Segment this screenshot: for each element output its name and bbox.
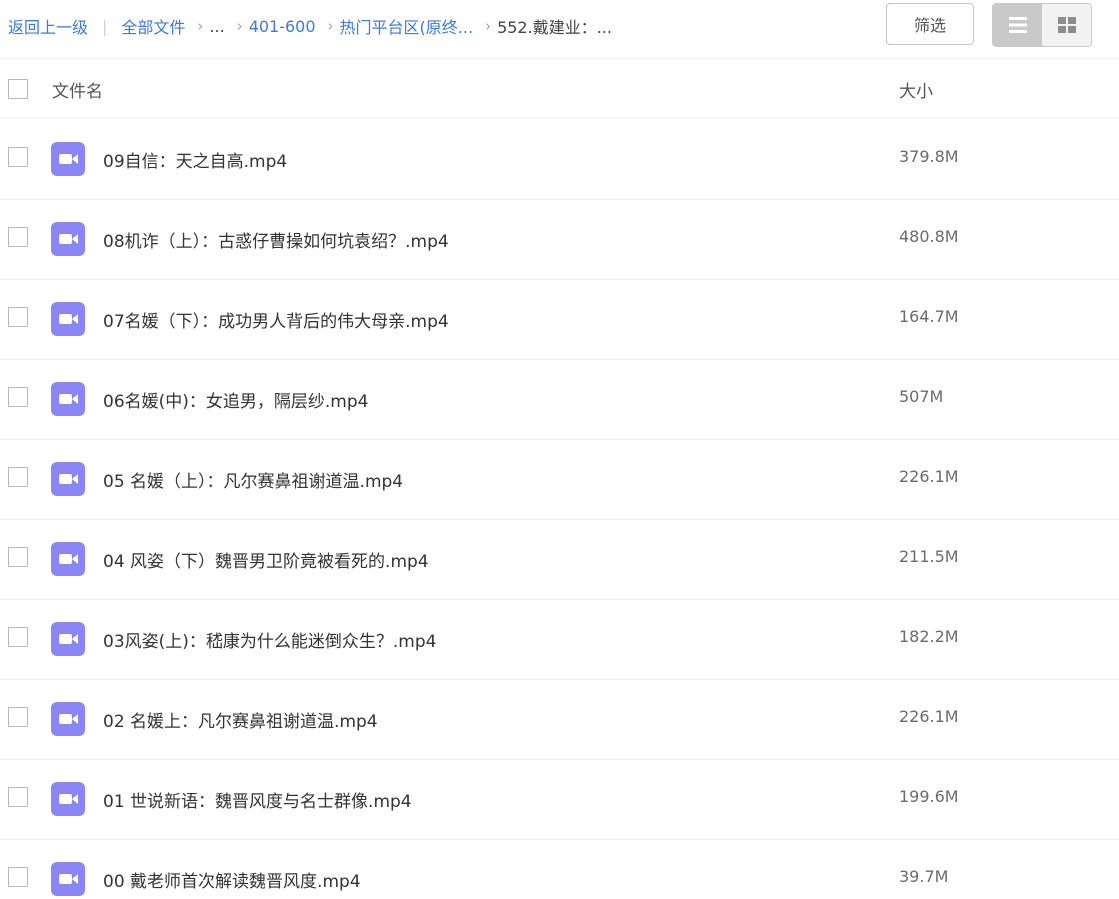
file-size: 507M [899,387,944,406]
breadcrumb-ellipsis[interactable]: ... [209,17,224,36]
back-link[interactable]: 返回上一级 [8,14,88,38]
view-toggle [992,3,1092,47]
row-checkbox[interactable] [8,307,28,327]
file-size: 199.6M [899,787,959,806]
video-file-icon [51,542,85,576]
breadcrumb-current: 552.戴建业：... [497,18,612,37]
breadcrumb: 返回上一级 | 全部文件 › ... › 401-600 › 热门平台区(原终.… [8,14,612,38]
file-name[interactable]: 05 名媛（上）：凡尔赛鼻祖谢道温.mp4 [103,467,403,492]
file-name[interactable]: 03风姿(上)：嵇康为什么能迷倒众生？.mp4 [103,627,436,652]
file-name[interactable]: 06名媛(中)：女追男，隔层纱.mp4 [103,387,368,412]
table-row[interactable]: 08机诈（上）：古惑仔曹操如何坑袁绍？.mp4 480.8M [0,199,1119,280]
table-row[interactable]: 07名媛（下）：成功男人背后的伟大母亲.mp4 164.7M [0,279,1119,360]
video-file-icon [51,702,85,736]
file-manager: 返回上一级 | 全部文件 › ... › 401-600 › 热门平台区(原终.… [0,0,1119,899]
column-header-size[interactable]: 大小 [899,77,933,102]
video-file-icon [51,862,85,896]
table-row[interactable]: 02 名媛上：凡尔赛鼻祖谢道温.mp4 226.1M [0,679,1119,760]
row-checkbox[interactable] [8,627,28,647]
row-checkbox[interactable] [8,227,28,247]
table-row[interactable]: 00 戴老师首次解读魏晋风度.mp4 39.7M [0,839,1119,899]
video-file-icon [51,222,85,256]
file-name[interactable]: 07名媛（下）：成功男人背后的伟大母亲.mp4 [103,307,449,332]
chevron-right-icon: › [236,17,243,35]
video-file-icon [51,382,85,416]
table-row[interactable]: 04 风姿（下）魏晋男卫阶竟被看死的.mp4 211.5M [0,519,1119,600]
row-checkbox[interactable] [8,707,28,727]
file-size: 379.8M [899,147,959,166]
breadcrumb-divider: | [102,16,108,36]
video-file-icon [51,782,85,816]
chevron-right-icon: › [485,17,492,35]
table-row[interactable]: 03风姿(上)：嵇康为什么能迷倒众生？.mp4 182.2M [0,599,1119,680]
file-size: 211.5M [899,547,959,566]
filter-button[interactable]: 筛选 [886,3,974,45]
row-checkbox[interactable] [8,387,28,407]
list-view-button[interactable] [993,4,1042,46]
video-file-icon [51,462,85,496]
table-header: 文件名 大小 [0,59,1119,119]
file-size: 164.7M [899,307,959,326]
grid-icon [1057,17,1076,33]
file-size: 39.7M [899,867,949,886]
file-name[interactable]: 09自信：天之自高.mp4 [103,147,287,172]
file-size: 226.1M [899,707,959,726]
chevron-right-icon: › [197,17,204,35]
row-checkbox[interactable] [8,787,28,807]
file-name[interactable]: 02 名媛上：凡尔赛鼻祖谢道温.mp4 [103,707,378,732]
file-name[interactable]: 00 戴老师首次解读魏晋风度.mp4 [103,867,361,892]
file-size: 226.1M [899,467,959,486]
row-checkbox[interactable] [8,467,28,487]
file-name[interactable]: 01 世说新语：魏晋风度与名士群像.mp4 [103,787,412,812]
file-size: 182.2M [899,627,959,646]
file-name[interactable]: 04 风姿（下）魏晋男卫阶竟被看死的.mp4 [103,547,429,572]
list-icon [1008,17,1027,33]
row-checkbox[interactable] [8,547,28,567]
breadcrumb-level2[interactable]: 热门平台区(原终... [340,14,474,38]
row-checkbox[interactable] [8,867,28,887]
column-header-name[interactable]: 文件名 [52,77,103,102]
chevron-right-icon: › [327,17,334,35]
row-checkbox[interactable] [8,147,28,167]
grid-view-button[interactable] [1042,4,1091,46]
table-row[interactable]: 01 世说新语：魏晋风度与名士群像.mp4 199.6M [0,759,1119,840]
toolbar: 返回上一级 | 全部文件 › ... › 401-600 › 热门平台区(原终.… [0,0,1119,59]
file-size: 480.8M [899,227,959,246]
video-file-icon [51,142,85,176]
file-name[interactable]: 08机诈（上）：古惑仔曹操如何坑袁绍？.mp4 [103,227,449,252]
breadcrumb-level1[interactable]: 401-600 [249,17,316,36]
breadcrumb-all-files[interactable]: 全部文件 [121,14,185,38]
select-all-checkbox[interactable] [8,79,28,99]
table-row[interactable]: 05 名媛（上）：凡尔赛鼻祖谢道温.mp4 226.1M [0,439,1119,520]
video-file-icon [51,302,85,336]
table-row[interactable]: 09自信：天之自高.mp4 379.8M [0,119,1119,200]
table-row[interactable]: 06名媛(中)：女追男，隔层纱.mp4 507M [0,359,1119,440]
video-file-icon [51,622,85,656]
